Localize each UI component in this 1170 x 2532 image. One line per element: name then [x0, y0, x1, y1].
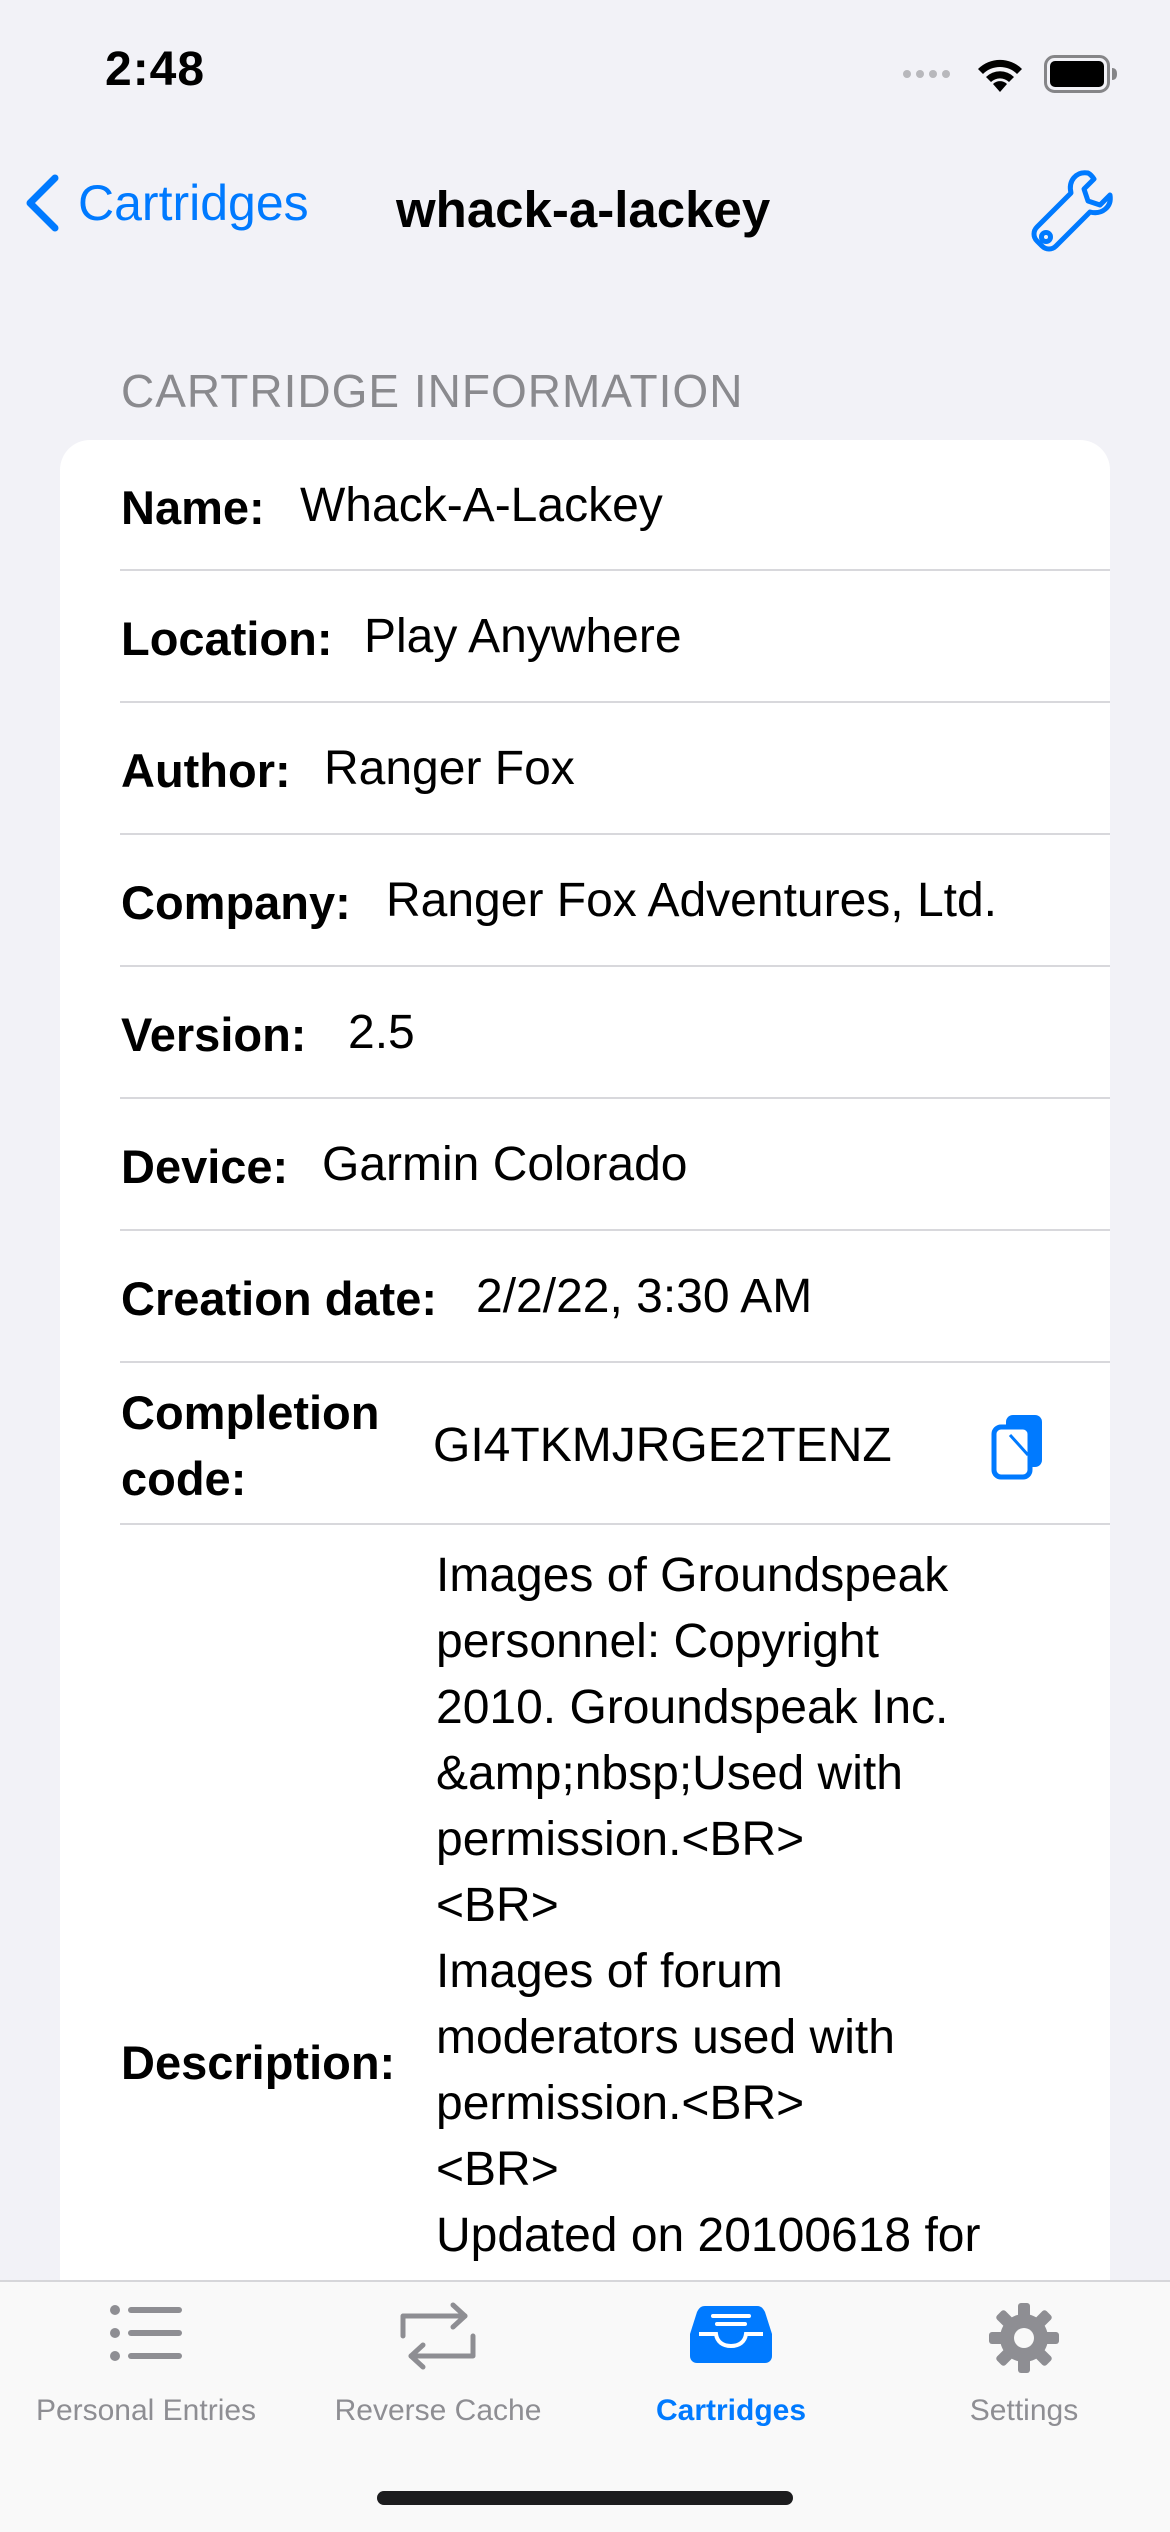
creation-date-value: 2/2/22, 3:30 AM [476, 1270, 813, 1323]
description-value: Images of Groundspeak personnel: Copyrig… [436, 1543, 980, 2269]
device-value: Garmin Colorado [322, 1138, 688, 1191]
tray-icon [690, 2306, 772, 2363]
back-button-label: Cartridges [78, 175, 309, 231]
home-indicator[interactable] [377, 2491, 793, 2505]
chevron-left-icon [26, 174, 59, 232]
description-line: Images of forum [436, 1945, 783, 1998]
device-label: Device: [121, 1140, 289, 1193]
navigation-bar: Cartridges whack-a-lackey [0, 160, 1170, 260]
description-line: <BR> [436, 2143, 559, 2196]
status-icons [903, 52, 1118, 96]
tab-cartridges[interactable]: Cartridges [585, 2282, 877, 2442]
page-title: whack-a-lackey [396, 181, 771, 238]
tab-label: Settings [969, 2394, 1079, 2427]
status-time: 2:48 [105, 43, 206, 96]
info-row-location: Location: Play Anywhere [120, 571, 1110, 703]
completion-code-value: GI4TKMJRGE2TENZ [433, 1419, 892, 1472]
wifi-icon [978, 59, 1022, 92]
tab-personal-entries[interactable]: Personal Entries [0, 2282, 292, 2442]
info-row-name: Name: Whack-A-Lackey [120, 440, 1110, 571]
info-row-company: Company: Ranger Fox Adventures, Ltd. [120, 835, 1110, 967]
tab-label: Personal Entries [35, 2394, 257, 2427]
gear-icon [989, 2303, 1059, 2373]
author-label: Author: [121, 744, 291, 797]
info-row-version: Version: 2.5 [120, 967, 1110, 1099]
copy-button[interactable] [988, 1411, 1048, 1481]
status-bar: 2:48 [0, 0, 1170, 150]
description-line: Updated on 20100618 for [436, 2209, 981, 2262]
version-label: Version: [121, 1008, 307, 1061]
info-row-author: Author: Ranger Fox [120, 703, 1110, 835]
cellular-signal-icon [903, 70, 950, 78]
description-line: 2010. Groundspeak Inc. [436, 1681, 949, 1734]
company-value: Ranger Fox Adventures, Ltd. [386, 874, 998, 927]
list-icon [110, 2305, 182, 2361]
location-value: Play Anywhere [364, 610, 682, 663]
tab-bar: Personal Entries Reverse Cache Cartridge… [0, 2280, 1170, 2532]
company-label: Company: [121, 876, 351, 929]
screen: 2:48 Cartridges whack-a-lackey CARTRIDGE… [0, 0, 1170, 2532]
tab-label: Reverse Cache [334, 2394, 542, 2427]
wrench-button[interactable] [1028, 165, 1118, 255]
info-row-creation-date: Creation date: 2/2/22, 3:30 AM [120, 1231, 1110, 1363]
cartridge-info-card: Name: Whack-A-Lackey Location: Play Anyw… [60, 440, 1110, 2400]
info-row-completion-code: Completion code: GI4TKMJRGE2TENZ [120, 1363, 1110, 1525]
description-line: Images of Groundspeak [436, 1549, 949, 1602]
location-label: Location: [121, 612, 333, 665]
creation-date-label: Creation date: [121, 1272, 437, 1325]
back-button[interactable]: Cartridges [22, 172, 309, 234]
tab-settings[interactable]: Settings [878, 2282, 1170, 2442]
description-line: moderators used with [436, 2011, 895, 2064]
description-label: Description: [121, 2036, 396, 2089]
description-line: permission.<BR> [436, 1813, 805, 1866]
battery-icon [1044, 55, 1117, 93]
reverse-arrows-icon [400, 2302, 476, 2370]
completion-code-label-line2: code: [121, 1452, 247, 1505]
completion-code-label-line1: Completion [121, 1386, 380, 1439]
description-line: &amp;nbsp;Used with [436, 1747, 903, 1800]
tab-label: Cartridges [655, 2394, 807, 2427]
description-line: personnel: Copyright [436, 1615, 879, 1668]
version-value: 2.5 [348, 1006, 415, 1059]
name-label: Name: [121, 481, 265, 534]
copy-icon [991, 1415, 1042, 1480]
author-value: Ranger Fox [324, 742, 575, 795]
section-header: CARTRIDGE INFORMATION [121, 365, 744, 417]
tab-reverse-cache[interactable]: Reverse Cache [292, 2282, 584, 2442]
wrench-icon [1031, 170, 1113, 252]
description-line: <BR> [436, 1879, 559, 1932]
name-value: Whack-A-Lackey [300, 479, 663, 532]
description-line: permission.<BR> [436, 2077, 805, 2130]
info-row-device: Device: Garmin Colorado [120, 1099, 1110, 1231]
